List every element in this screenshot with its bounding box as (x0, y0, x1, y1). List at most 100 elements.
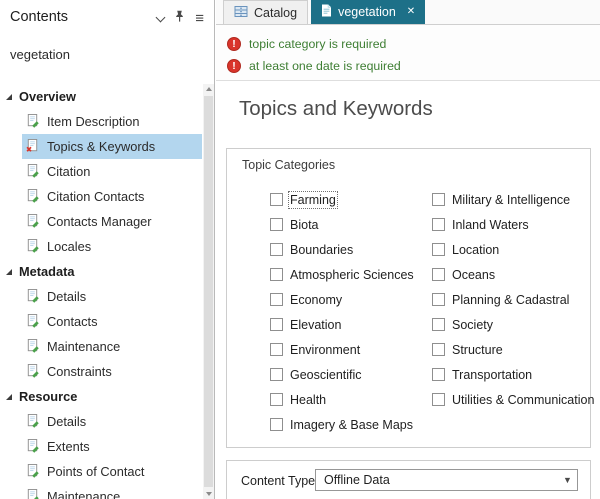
checkbox-geoscientific[interactable] (270, 368, 283, 381)
expanded-triangle-icon[interactable] (6, 268, 12, 275)
category-label: Health (290, 392, 327, 407)
checkbox-atmospheric-sciences[interactable] (270, 268, 283, 281)
metadata-doc-icon (27, 239, 39, 253)
category-row-structure: Structure (432, 337, 594, 362)
tree-section-metadata[interactable]: Metadata (0, 259, 203, 284)
tab-label: Catalog (254, 5, 298, 20)
metadata-doc-icon (27, 214, 39, 228)
topic-categories-group: Topic Categories Farming Biota Boundaries A… (226, 148, 594, 448)
tree-item-metadata-constraints[interactable]: Constraints (22, 359, 202, 384)
checkbox-imagery-and-base-maps[interactable] (270, 418, 283, 431)
tree-item-label: Maintenance (47, 489, 121, 499)
metadata-doc-icon (27, 189, 39, 203)
tab-label: vegetation (338, 5, 396, 19)
sidebar-scrollbar[interactable] (203, 84, 214, 499)
tree-item-metadata-details[interactable]: Details (22, 284, 202, 309)
checkbox-inland-waters[interactable] (432, 218, 445, 231)
category-label: Society (452, 317, 493, 332)
tree-item-overview-contacts-manager[interactable]: Contacts Manager (22, 209, 202, 234)
category-label: Elevation (290, 317, 342, 332)
tab-vegetation[interactable]: vegetation ✕ (311, 0, 426, 24)
tree-item-resource-details[interactable]: Details (22, 409, 202, 434)
checkbox-planning-and-cadastral[interactable] (432, 293, 445, 306)
checkbox-health[interactable] (270, 393, 283, 406)
checkbox-farming[interactable] (270, 193, 283, 206)
tree-item-overview-locales[interactable]: Locales (22, 234, 202, 259)
checkbox-society[interactable] (432, 318, 445, 331)
category-label: Oceans (452, 267, 496, 282)
validation-messages: ! topic category is required ! at least … (216, 25, 600, 81)
category-row-economy: Economy (270, 287, 414, 312)
category-row-society: Society (432, 312, 594, 337)
dropdown-arrow-icon: ▼ (563, 475, 572, 485)
tree-item-label: Details (47, 289, 87, 304)
category-row-geoscientific: Geoscientific (270, 362, 414, 387)
tree-item-metadata-maintenance[interactable]: Maintenance (22, 334, 202, 359)
metadata-page-icon (321, 4, 332, 20)
topic-categories-right-column: Military & Intelligence Inland Waters Loca… (432, 187, 594, 412)
category-row-planning-and-cadastral: Planning & Cadastral (432, 287, 594, 312)
tree-item-label: Contacts Manager (47, 214, 152, 229)
panel-title: Contents (10, 9, 69, 25)
panel-menu-icon[interactable]: ≡ (195, 11, 204, 26)
metadata-editor-view: Catalog vegetation ✕ ! topic category is… (216, 0, 600, 499)
category-label: Planning & Cadastral (452, 292, 570, 307)
metadata-doc-icon (27, 414, 39, 428)
category-row-utilities-and-communication: Utilities & Communication (432, 387, 594, 412)
category-row-farming: Farming (270, 187, 414, 212)
metadata-doc-icon (27, 289, 39, 303)
checkbox-economy[interactable] (270, 293, 283, 306)
category-row-boundaries: Boundaries (270, 237, 414, 262)
expanded-triangle-icon[interactable] (6, 393, 12, 400)
content-type-value: Offline Data (324, 473, 390, 487)
tree-item-label: Contacts (47, 314, 98, 329)
checkbox-elevation[interactable] (270, 318, 283, 331)
tree-item-overview-citation-contacts[interactable]: Citation Contacts (22, 184, 202, 209)
error-icon: ! (227, 37, 241, 51)
tree-section-label: Metadata (19, 264, 75, 279)
tab-catalog[interactable]: Catalog (223, 0, 309, 24)
contents-panel: Contents ≡ vegetation Overview Item Desc… (0, 0, 215, 499)
validation-message-text: topic category is required (249, 37, 387, 51)
metadata-doc-icon (27, 439, 39, 453)
tree-item-overview-topics-and-keywords[interactable]: Topics & Keywords (22, 134, 202, 159)
tree-item-resource-maintenance[interactable]: Maintenance (22, 484, 202, 499)
metadata-doc-icon (27, 464, 39, 478)
checkbox-biota[interactable] (270, 218, 283, 231)
tree-section-overview[interactable]: Overview (0, 84, 203, 109)
tree-item-metadata-contacts[interactable]: Contacts (22, 309, 202, 334)
tree-item-resource-extents[interactable]: Extents (22, 434, 202, 459)
pin-icon[interactable] (174, 10, 185, 28)
error-icon: ! (227, 59, 241, 73)
tree-item-resource-points-of-contact[interactable]: Points of Contact (22, 459, 202, 484)
tree-section-label: Resource (19, 389, 78, 404)
checkbox-boundaries[interactable] (270, 243, 283, 256)
contents-tree: Overview Item Description Topics & Keywo… (0, 84, 203, 499)
scrollbar-thumb[interactable] (204, 96, 213, 487)
tree-item-label: Maintenance (47, 339, 121, 354)
checkbox-transportation[interactable] (432, 368, 445, 381)
tree-item-label: Locales (47, 239, 92, 254)
tree-section-resource[interactable]: Resource (0, 384, 203, 409)
checkbox-location[interactable] (432, 243, 445, 256)
checkbox-military-and-intelligence[interactable] (432, 193, 445, 206)
checkbox-structure[interactable] (432, 343, 445, 356)
checkbox-oceans[interactable] (432, 268, 445, 281)
checkbox-environment[interactable] (270, 343, 283, 356)
view-tabstrip: Catalog vegetation ✕ (216, 0, 600, 25)
tree-item-overview-citation[interactable]: Citation (22, 159, 202, 184)
category-row-atmospheric-sciences: Atmospheric Sciences (270, 262, 414, 287)
panel-header-icons: ≡ (155, 10, 204, 28)
close-tab-icon[interactable]: ✕ (407, 7, 415, 17)
content-type-dropdown[interactable]: Offline Data ▼ (315, 469, 578, 491)
validation-message: ! topic category is required (227, 33, 600, 55)
catalog-icon (234, 5, 248, 21)
expanded-triangle-icon[interactable] (6, 93, 12, 100)
chevron-down-icon[interactable] (155, 12, 166, 23)
scroll-down-icon[interactable] (203, 488, 214, 499)
checkbox-utilities-and-communication[interactable] (432, 393, 445, 406)
tree-item-overview-item-description[interactable]: Item Description (22, 109, 202, 134)
scroll-up-icon[interactable] (203, 84, 214, 95)
category-label: Boundaries (290, 242, 354, 257)
tree-item-label: Item Description (47, 114, 140, 129)
